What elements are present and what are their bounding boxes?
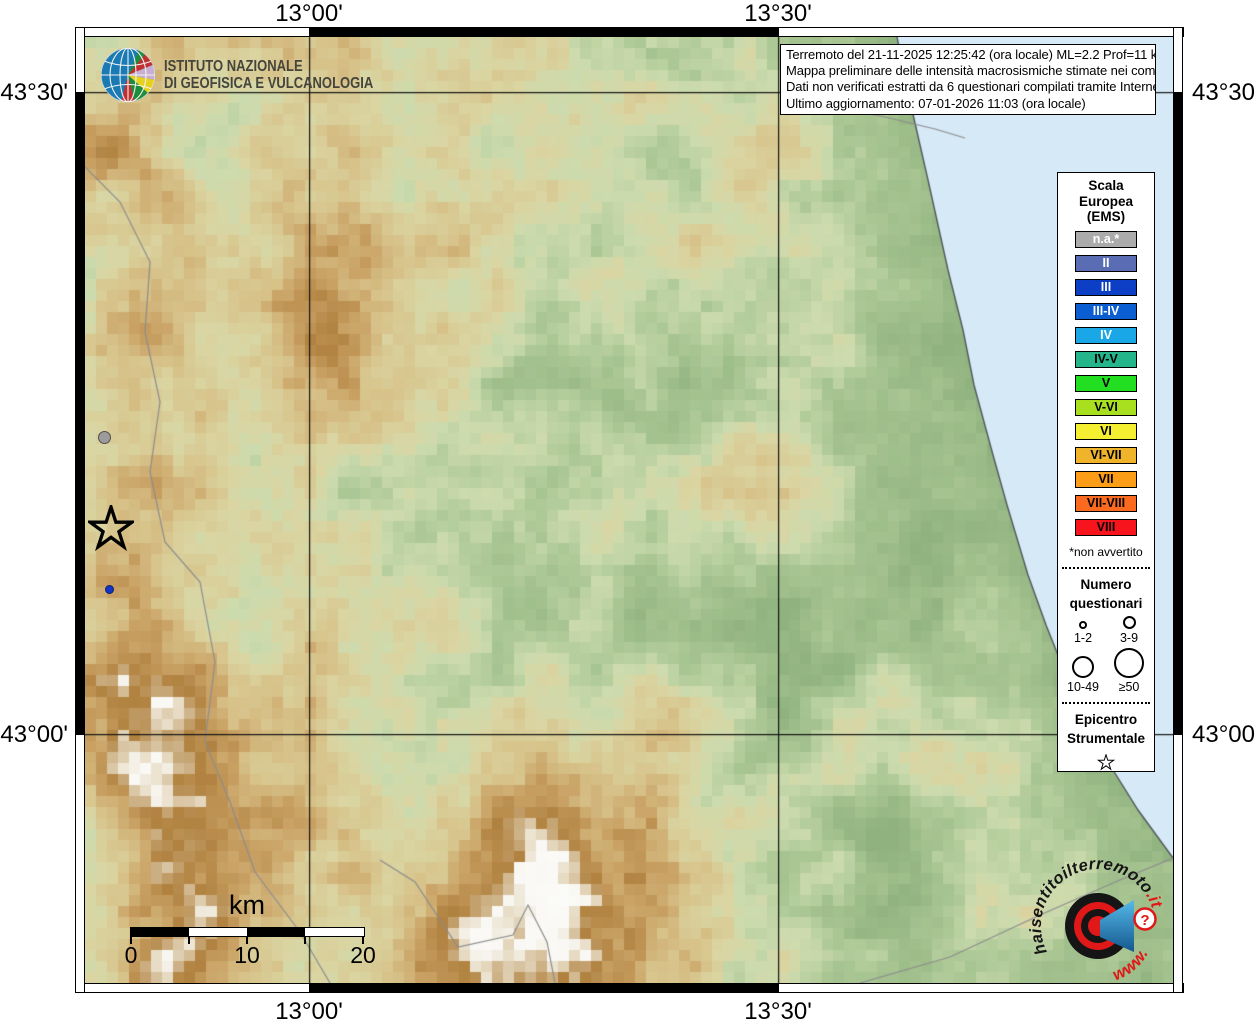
- questionnaire-intensity-dot: [105, 585, 114, 594]
- questionnaire-size-item: 1-2: [1060, 616, 1106, 645]
- lat-label-left-bottom: 43°00': [0, 721, 68, 749]
- scalebar-tick-15: [304, 937, 306, 944]
- legend-title-line2: Europea: [1079, 194, 1133, 210]
- ems-scale-item: VII: [1075, 471, 1137, 488]
- info-line-event: Terremoto del 21-11-2025 12:25:42 (ora l…: [786, 47, 1150, 63]
- lon-label-bottom-left: 13°00': [275, 998, 343, 1024]
- epicenter-star: [88, 505, 134, 553]
- ems-scale-item: n.a.*: [1075, 231, 1137, 248]
- ems-scale-list: n.a.*IIIIIIII-IVIVIV-VVV-VIVIVI-VIIVIIVI…: [1075, 224, 1137, 536]
- frame-left-white-2: [75, 734, 85, 993]
- lat-label-right-top: 43°30': [1192, 79, 1256, 107]
- frame-right-white-1: [1173, 27, 1183, 93]
- questionnaire-size-circle-icon: [1114, 648, 1144, 678]
- scalebar-seg-4: [305, 928, 364, 936]
- legend-footnote: *non avvertito: [1069, 545, 1142, 559]
- epicenter-title-line1: Epicentro: [1067, 710, 1145, 729]
- legend-title: Scala Europea (EMS): [1079, 178, 1133, 225]
- ems-scale-item: IV: [1075, 327, 1137, 344]
- info-line-data: Dati non verificati estratti da 6 questi…: [786, 79, 1150, 95]
- questionnaire-size-label: ≥50: [1119, 680, 1140, 694]
- frame-top-white-1: [75, 27, 310, 37]
- ingv-logo-line2: DI GEOFISICA E VULCANOLOGIA: [164, 75, 373, 92]
- questionnaire-size-item: 10-49: [1060, 648, 1106, 694]
- ems-scale-item: VII-VIII: [1075, 495, 1137, 512]
- scalebar-tick-5: [188, 937, 190, 944]
- scalebar-seg-2: [189, 928, 247, 936]
- questionnaire-size-item: 3-9: [1106, 616, 1152, 645]
- ems-scale-item: III: [1075, 279, 1137, 296]
- frame-left-black: [75, 92, 85, 735]
- legend-panel: Scala Europea (EMS) n.a.*IIIIIIII-IVIVIV…: [1057, 172, 1155, 772]
- frame-bottom-black: [309, 983, 779, 993]
- questionnaires-title: Numero questionari: [1070, 575, 1143, 613]
- lat-label-left-top: 43°30': [0, 79, 68, 107]
- questionnaire-size-item: ≥50: [1106, 648, 1152, 694]
- ingv-logo-text: ISTITUTO NAZIONALE DI GEOFISICA E VULCAN…: [164, 58, 373, 92]
- earthquake-info-box: Terremoto del 21-11-2025 12:25:42 (ora l…: [780, 44, 1156, 115]
- question-mark-icon: ?: [1140, 912, 1149, 929]
- ems-scale-item: IV-V: [1075, 351, 1137, 368]
- frame-top-black: [309, 27, 779, 37]
- ingv-globe-icon: [99, 46, 157, 104]
- terrain-map-canvas: [85, 37, 1173, 983]
- questionnaire-size-label: 1-2: [1074, 631, 1092, 645]
- legend-divider-1: [1062, 567, 1150, 569]
- scalebar-unit: km: [229, 890, 265, 921]
- scalebar-seg-1: [131, 928, 189, 936]
- epicenter-title-line2: Strumentale: [1067, 729, 1145, 748]
- ems-scale-item: V: [1075, 375, 1137, 392]
- frame-top-white-2: [778, 27, 1184, 37]
- legend-divider-2: [1062, 702, 1150, 704]
- ingv-logo-line1: ISTITUTO NAZIONALE: [164, 58, 373, 75]
- macroseismic-map-page: 13°00' 13°30' 13°00' 13°30' 43°30' 43°00…: [0, 0, 1256, 1024]
- epicenter-title: Epicentro Strumentale: [1067, 710, 1145, 748]
- ems-scale-item: V-VI: [1075, 399, 1137, 416]
- info-line-map: Mappa preliminare delle intensità macros…: [786, 63, 1150, 79]
- legend-epicenter-star-icon: [1094, 754, 1118, 772]
- questionnaire-size-key: 1-2 3-9 10-49 ≥50: [1060, 616, 1152, 694]
- questionnaires-title-line1: Numero: [1070, 575, 1143, 594]
- lon-label-top-right: 13°30': [744, 0, 812, 28]
- questionnaire-size-circle-icon: [1123, 616, 1136, 629]
- ems-scale-item: VI: [1075, 423, 1137, 440]
- frame-bottom-white-1: [75, 983, 310, 993]
- frame-right-black: [1173, 92, 1183, 735]
- questionnaires-title-line2: questionari: [1070, 594, 1143, 613]
- haisentitoilterremoto-logo[interactable]: ? haisentitoilterremoto.it www.: [1024, 848, 1176, 1004]
- scalebar: [130, 927, 365, 937]
- questionnaire-size-circle-icon: [1072, 656, 1094, 678]
- lat-label-right-bottom: 43°00': [1192, 721, 1256, 749]
- lon-label-bottom-right: 13°30': [744, 998, 812, 1024]
- ingv-logo[interactable]: ISTITUTO NAZIONALE DI GEOFISICA E VULCAN…: [99, 46, 413, 104]
- ems-scale-item: II: [1075, 255, 1137, 272]
- questionnaire-size-label: 3-9: [1120, 631, 1138, 645]
- legend-title-line3: (EMS): [1079, 209, 1133, 225]
- lon-label-top-left: 13°00': [275, 0, 343, 28]
- ems-scale-item: VIII: [1075, 519, 1137, 536]
- frame-left-white-1: [75, 27, 85, 93]
- scalebar-label-10: 10: [234, 942, 260, 969]
- questionnaire-size-circle-icon: [1079, 621, 1087, 629]
- ems-scale-item: VI-VII: [1075, 447, 1137, 464]
- epicenter-star-shape: [90, 507, 132, 547]
- ems-scale-item: III-IV: [1075, 303, 1137, 320]
- questionnaire-na-dot: [98, 431, 111, 444]
- scalebar-seg-3: [247, 928, 305, 936]
- questionnaire-size-label: 10-49: [1067, 680, 1099, 694]
- legend-title-line1: Scala: [1079, 178, 1133, 194]
- scalebar-label-20: 20: [350, 942, 376, 969]
- info-line-updated: Ultimo aggiornamento: 07-01-2026 11:03 (…: [786, 96, 1150, 112]
- scalebar-label-0: 0: [125, 942, 138, 969]
